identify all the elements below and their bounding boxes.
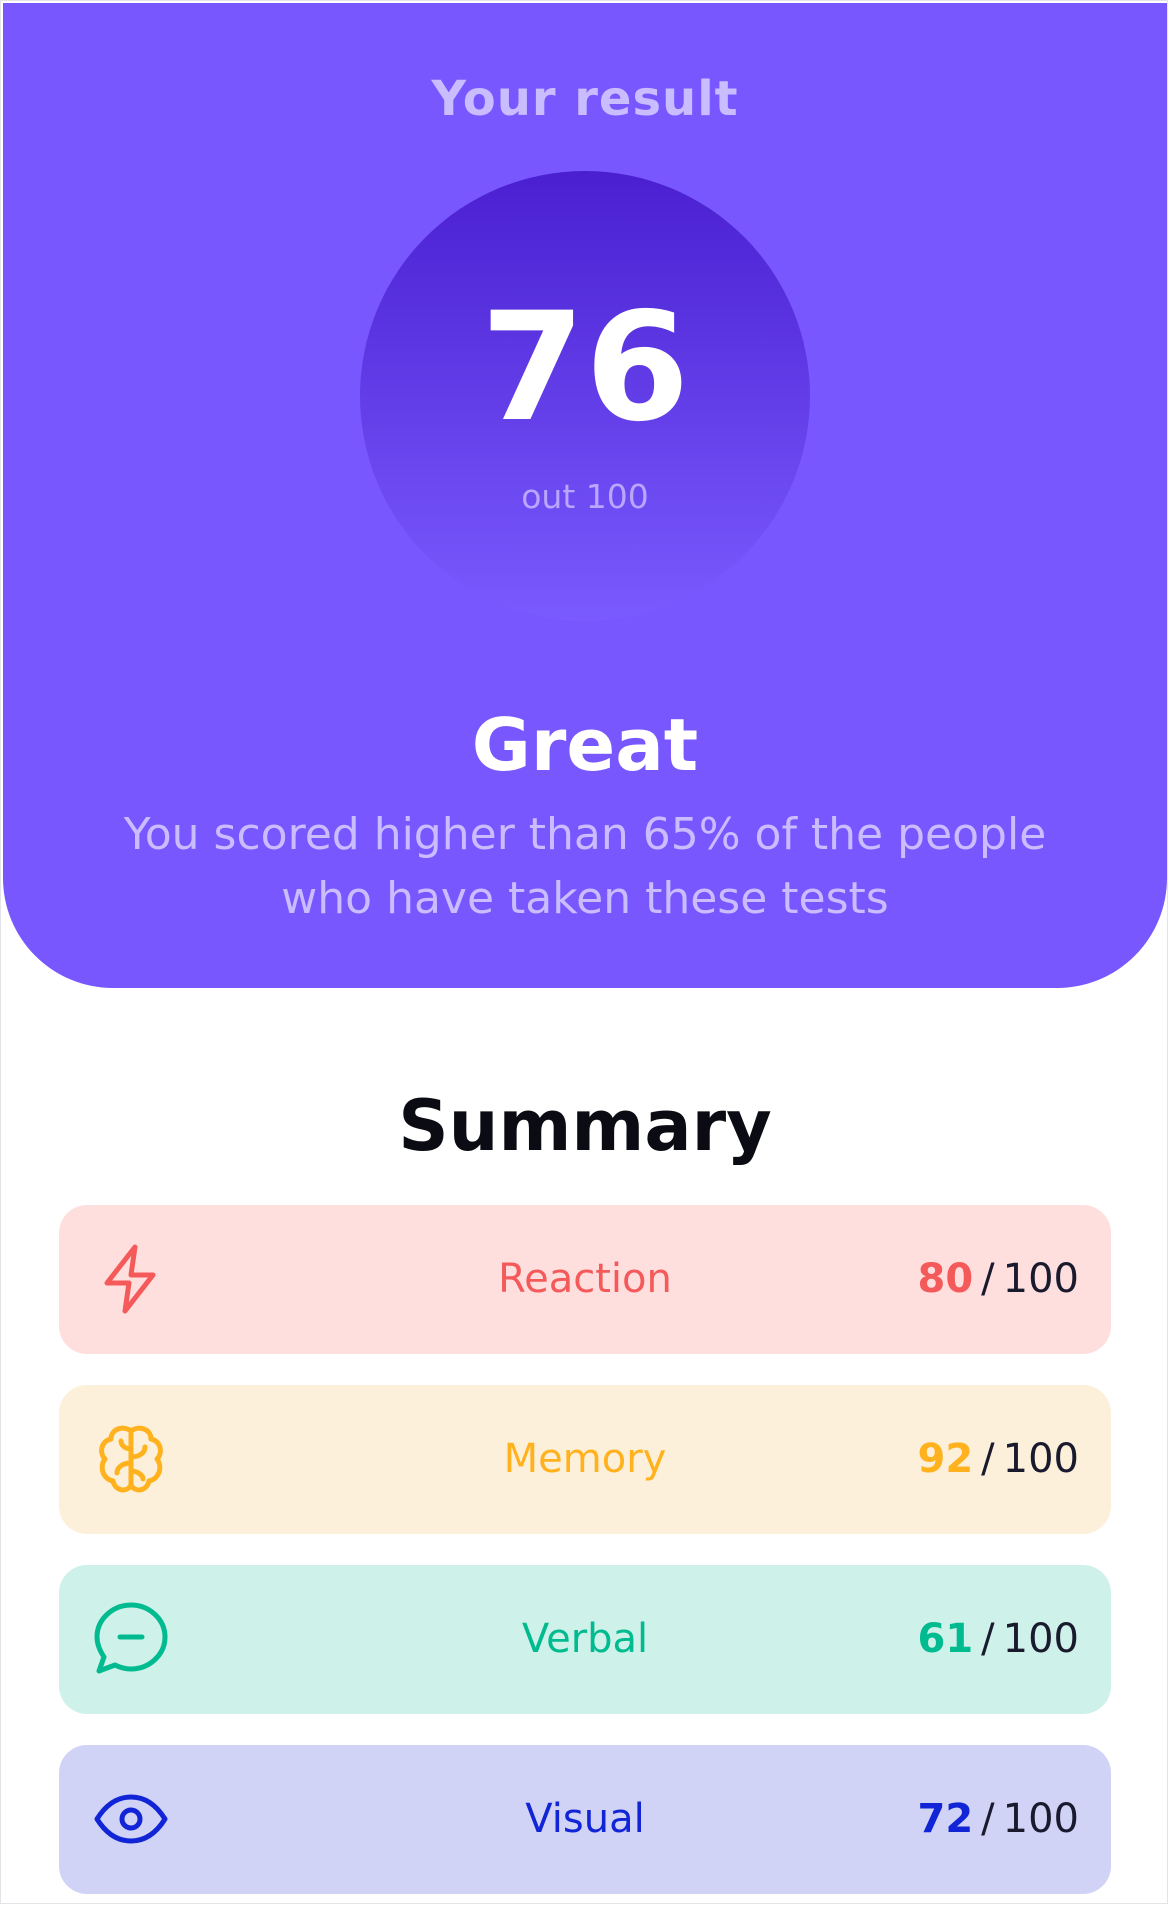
result-panel: Your result 76 out 100 Great You scored … <box>3 3 1167 988</box>
summary-row-score: 92/100 <box>917 1385 1079 1534</box>
score-value: 72 <box>917 1796 974 1842</box>
score-separator: / <box>981 1616 995 1662</box>
summary-title: Summary <box>398 1085 772 1167</box>
score-separator: / <box>981 1436 995 1482</box>
score-max: 100 <box>1002 1256 1079 1302</box>
result-heading: Your result <box>431 71 739 127</box>
score-value: 92 <box>917 1436 974 1482</box>
summary-row-score: 80/100 <box>917 1205 1079 1354</box>
score-separator: / <box>981 1796 995 1842</box>
rating-title: Great <box>471 703 699 787</box>
score-max: 100 <box>1002 1796 1079 1842</box>
score-value: 76 <box>480 281 690 455</box>
score-max: 100 <box>1002 1616 1079 1662</box>
summary-row-visual: Visual 72/100 <box>59 1745 1111 1894</box>
summary-row-verbal: Verbal 61/100 <box>59 1565 1111 1714</box>
rating-description: You scored higher than 65% of the people… <box>123 809 1047 924</box>
summary-row-score: 61/100 <box>917 1565 1079 1714</box>
score-separator: / <box>981 1256 995 1302</box>
score-value: 61 <box>917 1616 974 1662</box>
summary-row-reaction: Reaction 80/100 <box>59 1205 1111 1354</box>
score-max: 100 <box>1002 1436 1079 1482</box>
score-circle: 76 out 100 <box>360 171 810 621</box>
score-out-of: out 100 <box>521 477 649 516</box>
summary-row-memory: Memory 92/100 <box>59 1385 1111 1534</box>
score-value: 80 <box>917 1256 974 1302</box>
summary-row-score: 72/100 <box>917 1745 1079 1894</box>
